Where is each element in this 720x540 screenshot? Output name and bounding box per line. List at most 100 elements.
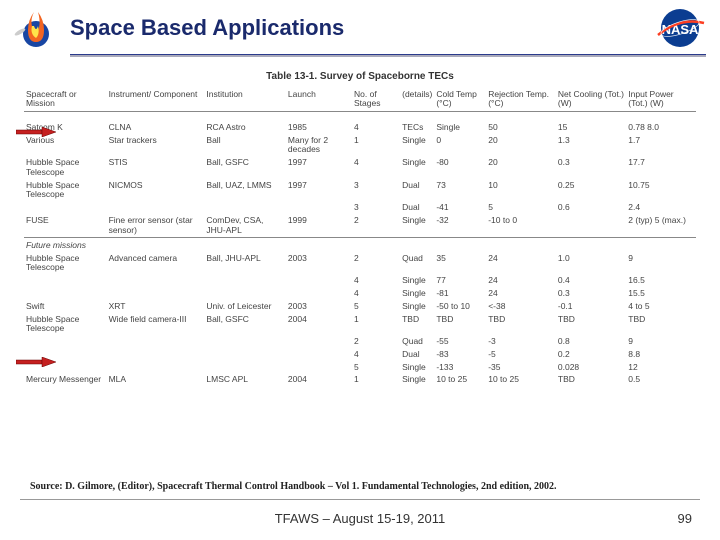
table-cell: TECs [400,121,434,134]
table-cell [107,348,205,361]
table-cell: 10 to 25 [486,374,556,387]
column-header: (details) [400,88,434,111]
table-cell: Dual [400,348,434,361]
table-cell: 4 to 5 [626,300,696,313]
table-cell: 1.7 [626,134,696,157]
table-cell: LMSC APL [204,374,286,387]
table-row: 4Dual-83-50.28.8 [24,348,696,361]
table-cell: 4 [352,121,400,134]
table-cell: Dual [400,179,434,202]
table-cell: ComDev, CSA, JHU-APL [204,214,286,237]
table-cell: Single [400,134,434,157]
footer-divider [20,499,700,500]
table-cell: TBD [556,313,626,336]
table-cell: 1985 [286,121,352,134]
table-cell: NICMOS [107,179,205,202]
table-row: 2Quad-55-30.89 [24,336,696,349]
table-cell: Hubble Space Telescope [24,157,107,180]
table-cell: -35 [486,361,556,374]
column-header: Launch [286,88,352,111]
table-cell: 4 [352,275,400,288]
table-cell: -81 [434,288,486,301]
table-cell: Single [400,275,434,288]
table-cell: CLNA [107,121,205,134]
table-cell: 1997 [286,179,352,202]
table-cell: 10.75 [626,179,696,202]
table-cell: 2.4 [626,202,696,215]
table-cell [107,336,205,349]
nasa-logo-icon: NASA [654,7,706,49]
table-cell: Hubble Space Telescope [24,179,107,202]
table-cell [24,288,107,301]
table-cell: Dual [400,202,434,215]
table-cell: 1.0 [556,252,626,275]
table-cell: STIS [107,157,205,180]
table-cell: Univ. of Leicester [204,300,286,313]
table-cell: Ball, UAZ, LMMS [204,179,286,202]
table-cell [556,214,626,237]
table-cell: 20 [486,157,556,180]
table-cell [204,361,286,374]
table-cell: XRT [107,300,205,313]
table-cell: 24 [486,275,556,288]
table-cell: TBD [434,313,486,336]
table-cell: Hubble Space Telescope [24,313,107,336]
table-cell: 2004 [286,313,352,336]
table-cell [286,275,352,288]
table-cell: Quad [400,252,434,275]
table-cell: 1997 [286,157,352,180]
table-cell: 2 [352,252,400,275]
table-caption: Table 13-1. Survey of Spaceborne TECs [24,71,696,82]
table-cell: <-38 [486,300,556,313]
table-row: Hubble Space TelescopeSTISBall, GSFC1997… [24,157,696,180]
table-cell [24,275,107,288]
table-cell: Single [400,157,434,180]
table-cell: FUSE [24,214,107,237]
table-cell: 0.028 [556,361,626,374]
table-cell: 2 [352,214,400,237]
table-cell: -133 [434,361,486,374]
table-cell: 35 [434,252,486,275]
table-cell: -3 [486,336,556,349]
table-cell: Ball, GSFC [204,157,286,180]
table-cell [107,361,205,374]
table-row: Hubble Space TelescopeAdvanced cameraBal… [24,252,696,275]
table-container: Table 13-1. Survey of Spaceborne TECs Sp… [0,57,720,387]
table-cell [204,275,286,288]
table-cell [107,288,205,301]
table-cell: -83 [434,348,486,361]
table-row: 3Dual-4150.62.4 [24,202,696,215]
table-cell: 2 (typ) 5 (max.) [626,214,696,237]
table-cell: 0.5 [626,374,696,387]
table-cell: 1999 [286,214,352,237]
table-cell: 9 [626,252,696,275]
slide-title: Space Based Applications [70,15,654,41]
table-cell: Various [24,134,107,157]
table-cell: 0.4 [556,275,626,288]
table-cell: -10 to 0 [486,214,556,237]
table-cell: 0.6 [556,202,626,215]
table-cell: Single [400,374,434,387]
table-cell: 0.3 [556,157,626,180]
column-header: Net Cooling (Tot.) (W) [556,88,626,111]
callout-arrow-icon [16,354,56,364]
column-header: No. of Stages [352,88,400,111]
table-row: Mercury MessengerMLALMSC APL20041Single1… [24,374,696,387]
column-header: Instrument/ Component [107,88,205,111]
section-label: Future missions [24,237,696,252]
table-row: SwiftXRTUniv. of Leicester20035Single-50… [24,300,696,313]
table-cell [204,288,286,301]
column-header: Rejection Temp. (°C) [486,88,556,111]
table-cell: TBD [486,313,556,336]
table-cell: 15.5 [626,288,696,301]
callout-arrow-icon [16,124,56,134]
table-cell [24,202,107,215]
table-cell: Mercury Messenger [24,374,107,387]
table-cell: 77 [434,275,486,288]
table-cell: Ball [204,134,286,157]
table-cell [204,202,286,215]
table-cell: TBD [626,313,696,336]
table-cell: Quad [400,336,434,349]
column-header: Cold Temp (°C) [434,88,486,111]
page-number: 99 [678,511,692,526]
